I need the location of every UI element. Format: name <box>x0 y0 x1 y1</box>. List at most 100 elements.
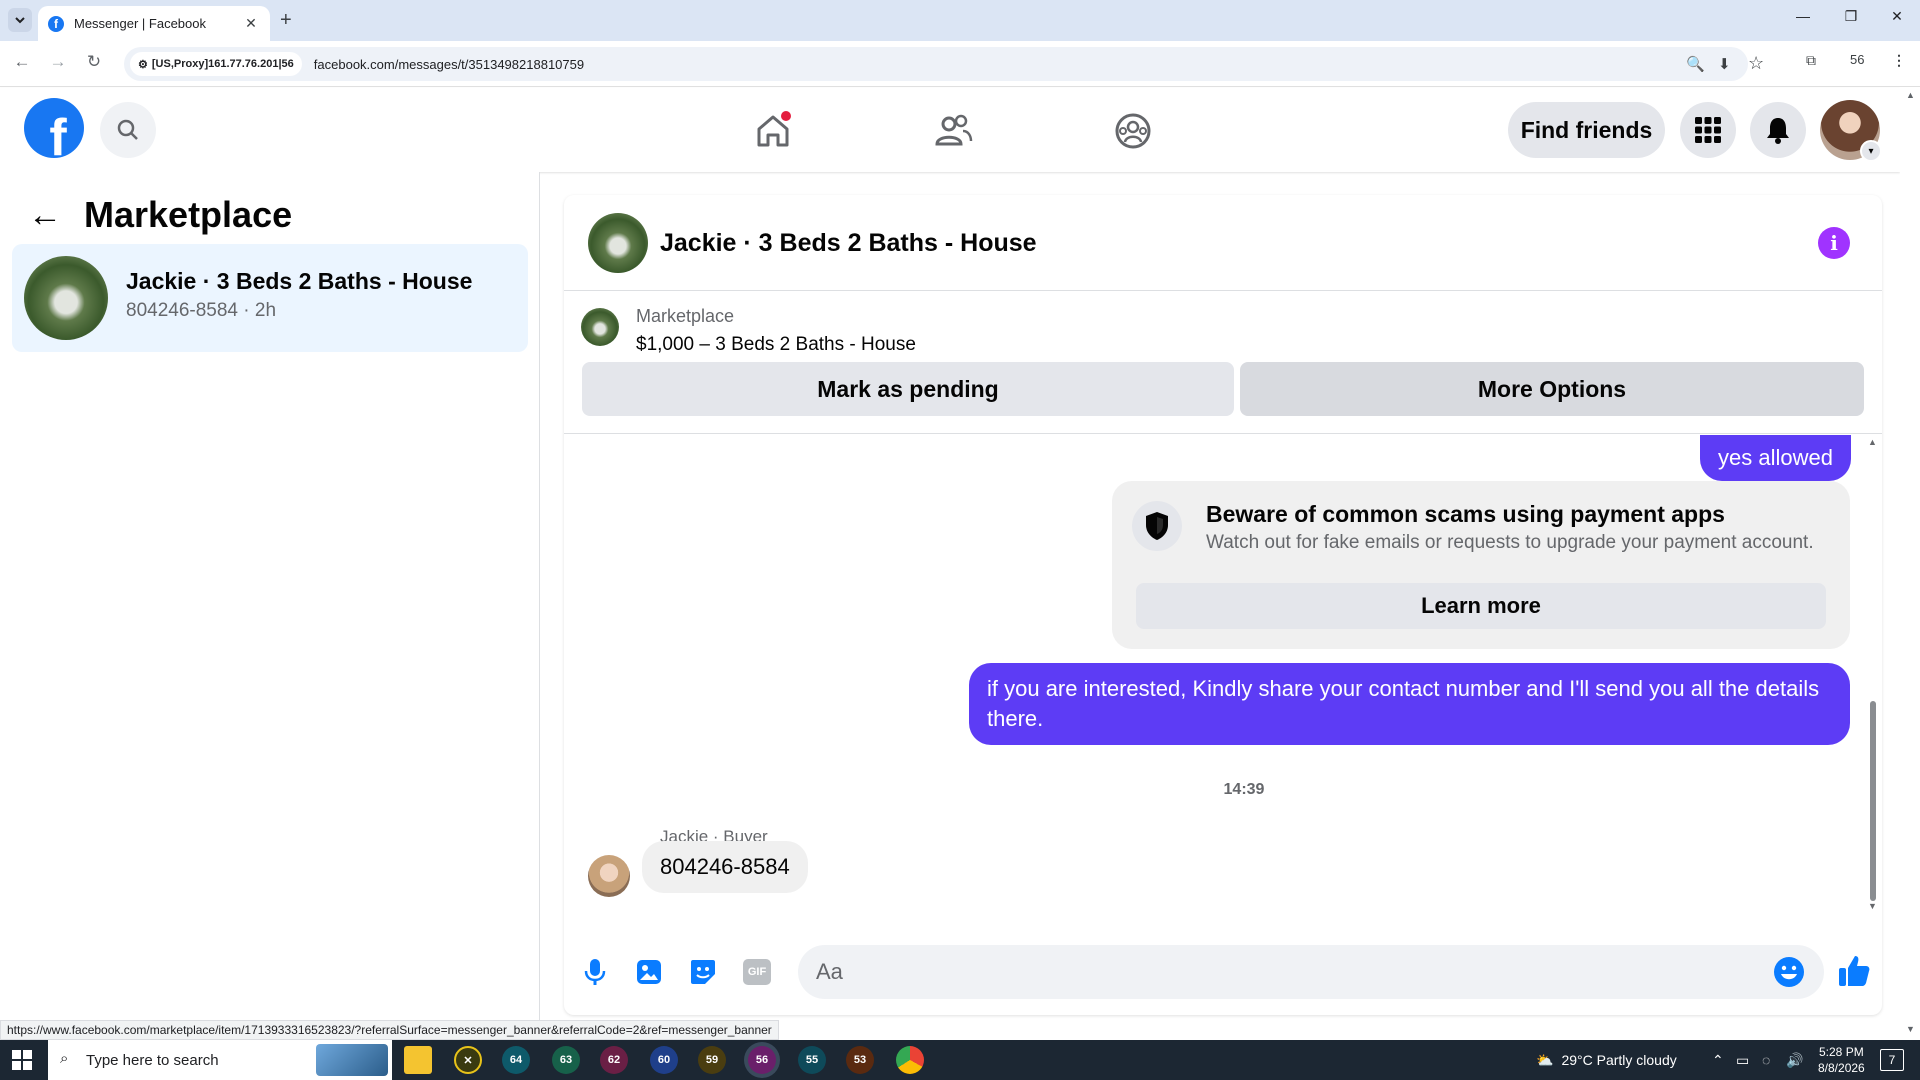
shield-icon <box>1132 501 1182 551</box>
network-icon[interactable]: ▭ <box>1736 1040 1749 1080</box>
extensions-icon[interactable]: ⧉ <box>1806 52 1816 69</box>
taskbar-app-63[interactable]: 63 <box>552 1046 580 1074</box>
app-x-icon[interactable]: ✕ <box>454 1046 482 1074</box>
site-info-chip[interactable]: ⚙ [US,Proxy]161.77.76.201|56 <box>130 52 302 76</box>
forward-icon[interactable]: → <box>46 52 70 72</box>
address-bar[interactable]: ⚙ [US,Proxy]161.77.76.201|56 facebook.co… <box>124 47 1764 81</box>
partly-cloudy-icon: ⛅ <box>1536 1051 1554 1068</box>
back-icon[interactable]: ← <box>10 52 34 72</box>
message-input-wrapper <box>798 945 1824 999</box>
clock-date: 8/8/2026 <box>1818 1061 1865 1075</box>
taskbar-search-placeholder: Type here to search <box>86 1051 219 1069</box>
banner-listing-link[interactable]: $1,000 – 3 Beds 2 Baths - House <box>636 334 916 356</box>
page-scroll-down-icon[interactable]: ▼ <box>1906 1024 1915 1034</box>
friends-icon[interactable] <box>928 106 978 156</box>
close-window-icon[interactable]: ✕ <box>1874 8 1920 25</box>
incoming-message: 804246-8584 <box>642 841 808 893</box>
clock-time: 5:28 PM <box>1819 1045 1864 1059</box>
taskbar-search-icon: ⌕ <box>60 1050 69 1067</box>
scam-warning-card: Beware of common scams using payment app… <box>1112 481 1850 649</box>
notifications-icon[interactable]: 7 <box>1880 1040 1904 1080</box>
weather-widget[interactable]: ⛅ 29°C Partly cloudy <box>1536 1040 1677 1080</box>
browser-menu-icon[interactable]: ⋮ <box>1892 52 1906 69</box>
notifications-bell-icon[interactable] <box>1750 102 1806 158</box>
profile-count[interactable]: 56 <box>1850 52 1864 67</box>
scam-warning-text: Watch out for fake emails or requests to… <box>1206 532 1814 553</box>
scam-warning-title: Beware of common scams using payment app… <box>1206 501 1725 527</box>
find-friends-button[interactable]: Find friends <box>1508 102 1665 158</box>
taskbar-app-64[interactable]: 64 <box>502 1046 530 1074</box>
marketplace-sidebar: ← Marketplace Jackie · 3 Beds 2 Baths - … <box>0 172 540 1020</box>
groups-icon[interactable] <box>1108 106 1158 156</box>
taskbar-app-59[interactable]: 59 <box>698 1046 726 1074</box>
browser-tab-active[interactable]: f Messenger | Facebook ✕ <box>38 6 270 41</box>
chrome-icon[interactable] <box>896 1046 924 1074</box>
taskbar-app-53[interactable]: 53 <box>846 1046 874 1074</box>
chat-listing-thumbnail[interactable] <box>588 213 648 273</box>
link-status-bar: https://www.facebook.com/marketplace/ite… <box>0 1020 779 1040</box>
show-hidden-icons-icon[interactable]: ⌃ <box>1712 1040 1724 1080</box>
volume-icon[interactable]: 🔊 <box>1786 1040 1803 1080</box>
message-composer: GIF <box>564 935 1882 1015</box>
chat-header: Jackie · 3 Beds 2 Baths - House i <box>564 195 1882 291</box>
message-list: yes allowed Beware of common scams using… <box>564 435 1882 915</box>
zoom-icon[interactable]: 🔍 <box>1686 55 1705 73</box>
browser-tab-strip: f Messenger | Facebook ✕ + — ❐ ✕ <box>0 0 1920 41</box>
conversation-name: Jackie · 3 Beds 2 Baths - House <box>126 268 473 294</box>
close-tab-icon[interactable]: ✕ <box>242 15 260 32</box>
mark-as-pending-button[interactable]: Mark as pending <box>582 362 1234 416</box>
message-scrollbar[interactable]: ▲ ▼ <box>1866 435 1878 915</box>
new-tab-icon[interactable]: + <box>280 9 292 32</box>
tab-title: Messenger | Facebook <box>74 16 206 31</box>
taskbar-app-56[interactable]: 56 <box>748 1046 776 1074</box>
account-chevron-down-icon[interactable]: ▾ <box>1860 140 1882 162</box>
bookmark-star-icon[interactable]: ☆ <box>1748 53 1764 74</box>
learn-more-button[interactable]: Learn more <box>1136 583 1826 629</box>
windows-start-icon[interactable] <box>12 1050 32 1070</box>
gif-icon[interactable]: GIF <box>740 955 774 989</box>
taskbar-app-55[interactable]: 55 <box>798 1046 826 1074</box>
thumbs-up-icon[interactable] <box>1834 949 1874 993</box>
emoji-icon[interactable] <box>1772 955 1806 989</box>
home-icon[interactable] <box>748 106 798 156</box>
minimize-icon[interactable]: — <box>1780 8 1826 24</box>
buyer-avatar[interactable] <box>588 855 630 897</box>
conversation-item[interactable]: Jackie · 3 Beds 2 Baths - House 804246-8… <box>12 244 528 352</box>
gif-label: GIF <box>743 959 771 985</box>
banner-thumbnail[interactable] <box>581 308 619 346</box>
search-icon[interactable] <box>100 102 156 158</box>
chat-title[interactable]: Jackie · 3 Beds 2 Baths - House <box>660 229 1037 258</box>
tab-search-dropdown-icon[interactable] <box>8 8 32 32</box>
back-arrow-icon[interactable]: ← <box>28 196 62 235</box>
listing-thumbnail <box>24 256 108 340</box>
facebook-logo[interactable]: f <box>24 98 84 158</box>
page-scroll-up-icon[interactable]: ▲ <box>1906 90 1915 100</box>
message-input[interactable] <box>816 945 1776 999</box>
chat-panel: Jackie · 3 Beds 2 Baths - House i Market… <box>564 195 1882 1015</box>
restore-icon[interactable]: ❐ <box>1828 8 1874 25</box>
scroll-up-icon[interactable]: ▲ <box>1868 437 1877 447</box>
facebook-header: f Find friends ▾ <box>0 88 1900 172</box>
proxy-label: [US,Proxy]161.77.76.201|56 <box>151 58 294 70</box>
scroll-down-icon[interactable]: ▼ <box>1868 901 1877 911</box>
file-explorer-icon[interactable] <box>404 1046 432 1074</box>
sticker-icon[interactable] <box>686 955 720 989</box>
menu-grid-icon[interactable] <box>1680 102 1736 158</box>
scrollbar-thumb[interactable] <box>1870 701 1876 901</box>
microphone-icon[interactable] <box>578 955 612 989</box>
taskbar-app-62[interactable]: 62 <box>600 1046 628 1074</box>
install-icon[interactable]: ⬇ <box>1718 55 1731 73</box>
weather-text: 29°C Partly cloudy <box>1561 1052 1677 1068</box>
page-scrollbar[interactable]: ▲ ▼ <box>1900 88 1920 1040</box>
more-options-button[interactable]: More Options <box>1240 362 1864 416</box>
sidebar-title: Marketplace <box>84 194 293 235</box>
clock[interactable]: 5:28 PM 8/8/2026 <box>1818 1040 1865 1080</box>
taskbar-search[interactable]: ⌕ Type here to search <box>48 1040 392 1080</box>
info-icon[interactable]: i <box>1818 227 1850 259</box>
reload-icon[interactable]: ↻ <box>82 52 106 72</box>
url-text[interactable]: facebook.com/messages/t/3513498218810759 <box>314 57 584 72</box>
banner-label: Marketplace <box>636 306 735 326</box>
wifi-icon[interactable]: ◌ <box>1762 1040 1770 1080</box>
taskbar-app-60[interactable]: 60 <box>650 1046 678 1074</box>
photo-icon[interactable] <box>632 955 666 989</box>
